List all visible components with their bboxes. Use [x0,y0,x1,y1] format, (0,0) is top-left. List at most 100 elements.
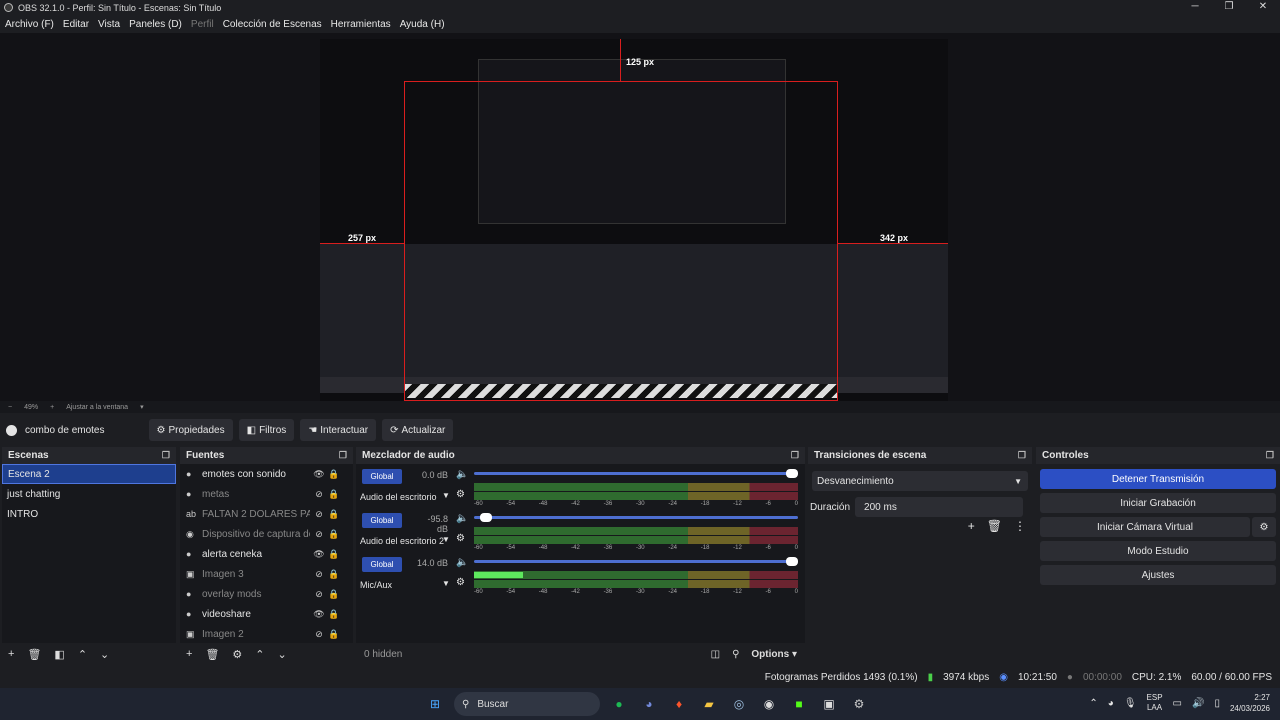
lock-icon[interactable]: 🔒 [328,529,340,540]
epic-games-icon[interactable]: ▣ [818,693,840,715]
steam-icon[interactable]: ◎ [728,693,750,715]
spotify-icon[interactable]: ● [608,693,630,715]
volume-icon[interactable]: 🔊 [1192,698,1204,709]
discord-icon[interactable]: ◕ [638,693,660,715]
eye-off-icon[interactable]: ⊘ [310,489,328,500]
channel-tag[interactable]: Global [362,513,402,528]
brave-icon[interactable]: ♦ [668,693,690,715]
speaker-icon[interactable]: 🔈 [456,469,468,480]
add-icon[interactable]: + [186,648,192,660]
stop-stream-button[interactable]: Detener Transmisión [1040,469,1276,489]
transition-select[interactable]: Desvanecimiento ▼ [812,471,1028,491]
source-item[interactable]: ▣ Imagen 2 ⊘ 🔒 [180,624,353,644]
more-icon[interactable]: ⋮ [1014,519,1026,533]
speaker-icon[interactable]: 🔈 [456,557,468,568]
filters-button[interactable]: ◧ Filtros [238,419,295,441]
options-button[interactable]: Options ▾ [751,649,797,660]
trash-icon[interactable]: 🗑 [205,648,219,661]
windows-start-icon[interactable]: ⊞ [424,693,446,715]
lock-icon[interactable]: 🔒 [328,569,340,580]
move-up-icon[interactable]: ⌃ [78,648,87,661]
undock-icon[interactable]: ❐ [162,450,170,461]
scene-item[interactable]: just chatting [2,484,176,504]
source-item[interactable]: ab FALTAN 2 DOLARES PARA E⊘🔒 [180,504,353,524]
selection-box[interactable] [404,81,838,401]
gear-icon[interactable]: ⚙ [232,648,242,661]
interact-button[interactable]: ☚ Interactuar [300,419,377,441]
trash-icon[interactable]: 🗑 [987,519,1002,533]
obs-taskbar-icon[interactable]: ◉ [758,693,780,715]
refresh-button[interactable]: ⟳ Actualizar [382,419,454,441]
source-item[interactable]: ▣ Imagen 3 ⊘ 🔒 [180,564,353,584]
start-recording-button[interactable]: Iniciar Grabación [1040,493,1276,513]
add-icon[interactable]: + [8,648,14,660]
settings-app-icon[interactable]: ⚙ [848,693,870,715]
lock-icon[interactable]: 🔒 [328,629,340,640]
kick-icon[interactable]: ■ [788,693,810,715]
menu-scene-collection[interactable]: Colección de Escenas [223,19,322,30]
duration-input[interactable]: 200 ms [855,497,1024,517]
volume-knob[interactable] [786,469,798,478]
network-icon[interactable]: ▭ [1173,698,1182,709]
volume-slider[interactable] [474,516,798,519]
lock-icon[interactable]: 🔒 [328,549,340,560]
lock-icon[interactable]: 🔒 [328,609,340,620]
mic-icon[interactable]: 🎙 [1124,698,1137,709]
move-down-icon[interactable]: ⌄ [100,648,109,661]
trash-icon[interactable]: 🗑 [27,648,41,661]
move-down-icon[interactable]: ⌄ [278,648,287,661]
menu-docks[interactable]: Paneles (D) [129,19,182,30]
lock-icon[interactable]: 🔒 [328,469,340,480]
eye-icon[interactable]: 👁 [310,549,328,560]
maximize-button[interactable]: ❐ [1212,0,1246,15]
undock-icon[interactable]: ❐ [1018,450,1026,461]
chevron-down-icon[interactable]: ▼ [442,579,450,588]
add-icon[interactable]: + [968,519,975,533]
scene-item[interactable]: Escena 2 [2,464,176,484]
input-language[interactable]: ESP LAA [1147,693,1163,713]
zoom-out-button[interactable]: − [8,404,12,411]
channel-tag[interactable]: Global [362,469,402,484]
menu-file[interactable]: Archivo (F) [5,19,54,30]
eye-off-icon[interactable]: ⊘ [310,509,328,520]
volume-knob[interactable] [480,513,492,522]
close-button[interactable]: ✕ [1246,0,1280,15]
preview-canvas[interactable]: 125 px 257 px 342 px [320,39,948,401]
menu-tools[interactable]: Herramientas [331,19,391,30]
zoom-in-button[interactable]: + [50,404,54,411]
chevron-down-icon[interactable]: ▾ [140,403,144,411]
channel-tag[interactable]: Global [362,557,402,572]
eye-off-icon[interactable]: ⊘ [310,589,328,600]
eye-icon[interactable]: 👁 [310,469,328,480]
speaker-icon[interactable]: 🔈 [456,513,468,524]
eye-off-icon[interactable]: ⊘ [310,529,328,540]
lock-icon[interactable]: 🔒 [328,489,340,500]
source-item[interactable]: ● emotes con sonido 👁 🔒 [180,464,353,484]
chevron-down-icon[interactable]: ▼ [442,535,450,544]
volume-slider[interactable] [474,560,798,563]
source-item[interactable]: ● metas ⊘ 🔒 [180,484,353,504]
minimize-button[interactable]: ─ [1178,0,1212,15]
lock-icon[interactable]: 🔒 [328,509,340,520]
lock-icon[interactable]: 🔒 [328,589,340,600]
menu-edit[interactable]: Editar [63,19,89,30]
virtualcam-settings-button[interactable]: ⚙ [1252,517,1276,537]
undock-icon[interactable]: ❐ [1266,450,1274,461]
undock-icon[interactable]: ❐ [339,450,347,461]
battery-icon[interactable]: ▯ [1214,698,1220,709]
gear-icon[interactable]: ⚙ [456,577,465,588]
discord-tray-icon[interactable]: ◕ [1108,698,1114,709]
undock-icon[interactable]: ❐ [791,450,799,461]
layout-icon[interactable]: ◫ [711,649,720,660]
properties-button[interactable]: ⚙ Propiedades [148,419,233,441]
clock[interactable]: 2:27 24/03/2026 [1230,692,1270,714]
scene-item[interactable]: INTRO [2,504,176,524]
chevron-down-icon[interactable]: ▼ [442,491,450,500]
volume-knob[interactable] [786,557,798,566]
move-up-icon[interactable]: ⌃ [255,648,264,661]
taskbar-search[interactable]: ⚲ Buscar [454,692,600,716]
source-item[interactable]: ● overlay mods ⊘ 🔒 [180,584,353,604]
eye-off-icon[interactable]: ⊘ [310,569,328,580]
gear-icon[interactable]: ⚙ [456,533,465,544]
source-item[interactable]: ● alerta ceneka 👁 🔒 [180,544,353,564]
